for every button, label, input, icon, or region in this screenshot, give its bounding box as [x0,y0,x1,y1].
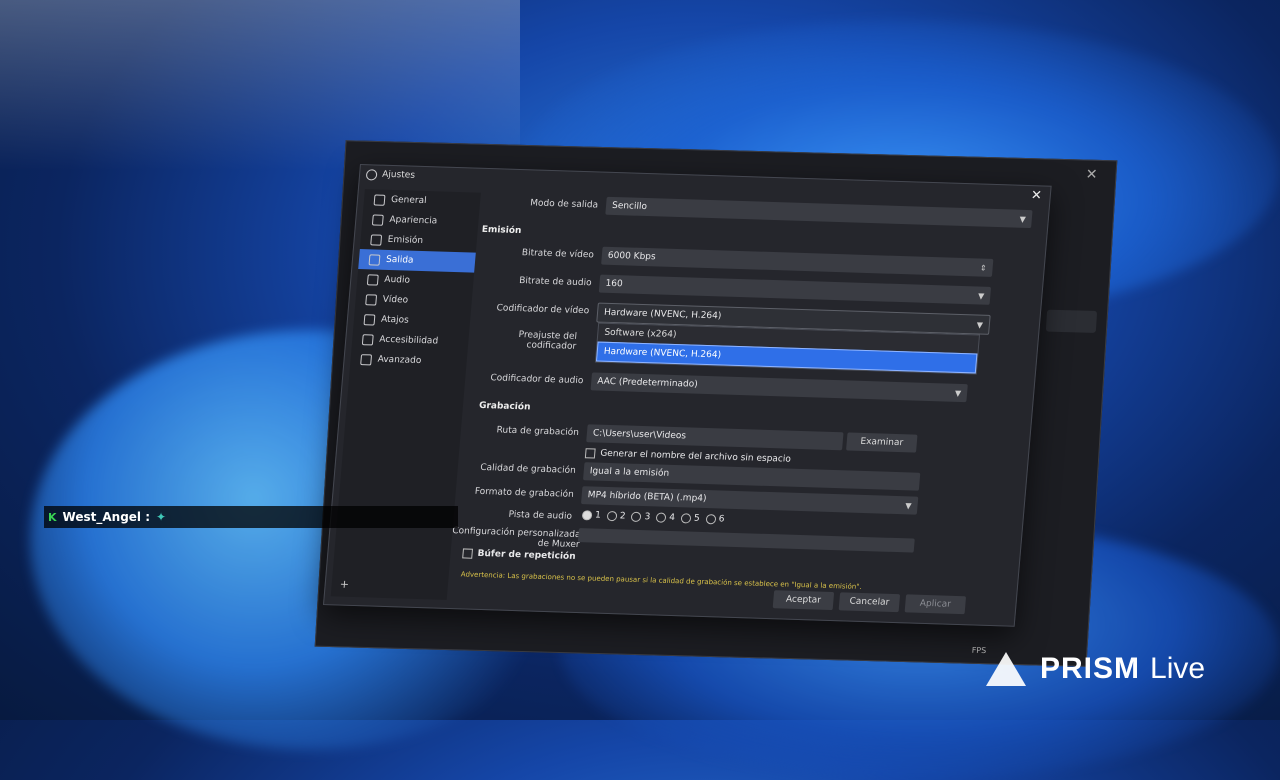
chevron-down-icon: ▼ [954,388,962,398]
prism-live-watermark: PRISM Live [986,652,1205,686]
recording-quality-select[interactable]: Igual a la emisión [582,462,921,491]
chat-message: K West_Angel : ✦ [44,506,458,528]
radio-button[interactable] [705,514,717,525]
recording-format-value: MP4 híbrido (BETA) (.mp4) [587,490,707,505]
sidebar-item-label: Avanzado [377,354,422,367]
video-bitrate-value: 6000 Kbps [607,250,657,263]
video-bitrate-label: Bitrate de vídeo [521,248,595,261]
replay-buffer-label: Búfer de repetición [477,548,576,562]
checkbox[interactable] [584,448,596,459]
sidebar-item-label: Atajos [380,314,410,326]
keyboard-icon [363,313,376,326]
close-icon[interactable]: ✕ [1030,188,1042,203]
accept-button[interactable]: Aceptar [772,590,835,611]
watermark-suffix: Live [1150,652,1206,685]
nospace-label: Generar el nombre del archivo sin espaci… [599,448,792,465]
add-icon[interactable]: + [339,578,349,591]
audio-encoder-select[interactable]: AAC (Predeterminado) ▼ [590,372,968,403]
radio-button[interactable] [680,513,692,524]
radio-button[interactable] [606,510,618,522]
audio-encoder-value: AAC (Predeterminado) [596,376,699,390]
chevron-down-icon: ▼ [976,319,984,330]
dialog-title: Ajustes [381,169,416,181]
recording-section-title: Grabación [478,400,531,413]
recording-path-label: Ruta de grabación [496,425,580,438]
sidebar-item-avanzado[interactable]: Avanzado [350,349,468,373]
recording-quality-label: Calidad de grabación [479,462,577,476]
track-label: 2 [619,511,626,522]
muxer-input[interactable] [577,528,915,553]
sidebar-item-label: Salida [385,254,414,266]
monitor-icon [365,293,378,306]
tools-icon [360,353,373,365]
gear-icon [373,193,386,206]
appearance-icon [371,213,384,226]
sidebar-item-label: Apariencia [388,214,438,227]
speaker-icon [366,273,379,286]
video-encoder-value: Hardware (NVENC, H.264) [603,307,722,322]
audio-encoder-label: Codificador de audio [489,373,584,387]
track-label: 4 [668,512,676,524]
streaming-section-title: Emisión [481,224,522,237]
sidebar-item-label: Emisión [387,234,424,247]
settings-dialog: Ajustes ✕ General Apariencia Emisión Sal… [322,164,1052,627]
kick-icon: K [48,510,57,524]
sidebar-item-label: Accesibilidad [378,334,439,347]
settings-content: Modo de salida Sencillo ▼ Emisión Bitrate… [452,193,1034,591]
broadcast-icon [370,233,383,246]
output-icon [368,253,381,266]
accessibility-icon [361,333,374,345]
recording-quality-value: Igual a la emisión [589,466,670,479]
track-label: 5 [693,513,701,524]
recording-format-label: Formato de grabación [474,486,575,500]
encoder-preset-label: Preajuste del codificador [518,330,578,352]
audio-bitrate-label: Bitrate de audio [518,276,592,289]
recording-path-value: C:\Users\user\Videos [592,428,687,442]
track-label: 3 [644,512,651,523]
chevron-down-icon: ▼ [1019,214,1027,224]
chevron-down-icon: ▼ [977,290,985,301]
sidebar-item-label: General [390,195,427,207]
obs-logo-icon [365,168,378,181]
video-encoder-label: Codificador de vídeo [496,303,590,317]
audio-bitrate-value: 160 [605,278,624,290]
spin-arrows-icon[interactable]: ⇕ [980,263,987,272]
warning-text: Advertencia: Las grabaciones no se puede… [460,570,862,591]
watermark-name: PRISM [1040,652,1141,685]
recording-path-input[interactable]: C:\Users\user\Videos [586,424,844,451]
recording-format-select[interactable]: MP4 híbrido (BETA) (.mp4) ▼ [580,486,919,515]
checkbox[interactable] [462,548,474,559]
track-label: 1 [594,510,602,521]
output-mode-value: Sencillo [611,200,648,213]
audio-track-label: Pista de audio [508,509,573,522]
close-icon[interactable]: ✕ [1085,167,1098,183]
track-label: 6 [718,514,725,525]
replay-buffer-row[interactable]: Búfer de repetición [462,548,576,562]
chat-username: West_Angel : [62,510,151,524]
chevron-down-icon: ▼ [905,500,912,510]
radio-button[interactable] [655,512,667,523]
prism-logo-icon [986,652,1026,686]
muxer-label: Configuración personalizada de Muxer [451,526,581,551]
radio-button[interactable] [581,510,593,521]
cancel-button[interactable]: Cancelar [838,592,901,613]
bg-control [1045,309,1098,333]
browse-button[interactable]: Examinar [846,432,918,453]
radio-button[interactable] [631,511,642,523]
apply-button[interactable]: Aplicar [904,594,967,615]
sidebar-item-label: Vídeo [382,294,409,306]
audio-bitrate-select[interactable]: 160 ▼ [598,274,992,305]
sidebar-item-label: Audio [383,274,411,286]
emoji-icon: ✦ [156,510,167,524]
video-bitrate-spinbox[interactable]: 6000 Kbps ⇕ [601,246,994,277]
output-mode-label: Modo de salida [529,198,599,211]
fps-readout: FPS [971,645,987,656]
audio-track-radios: 1 2 3 4 5 6 [576,510,725,525]
